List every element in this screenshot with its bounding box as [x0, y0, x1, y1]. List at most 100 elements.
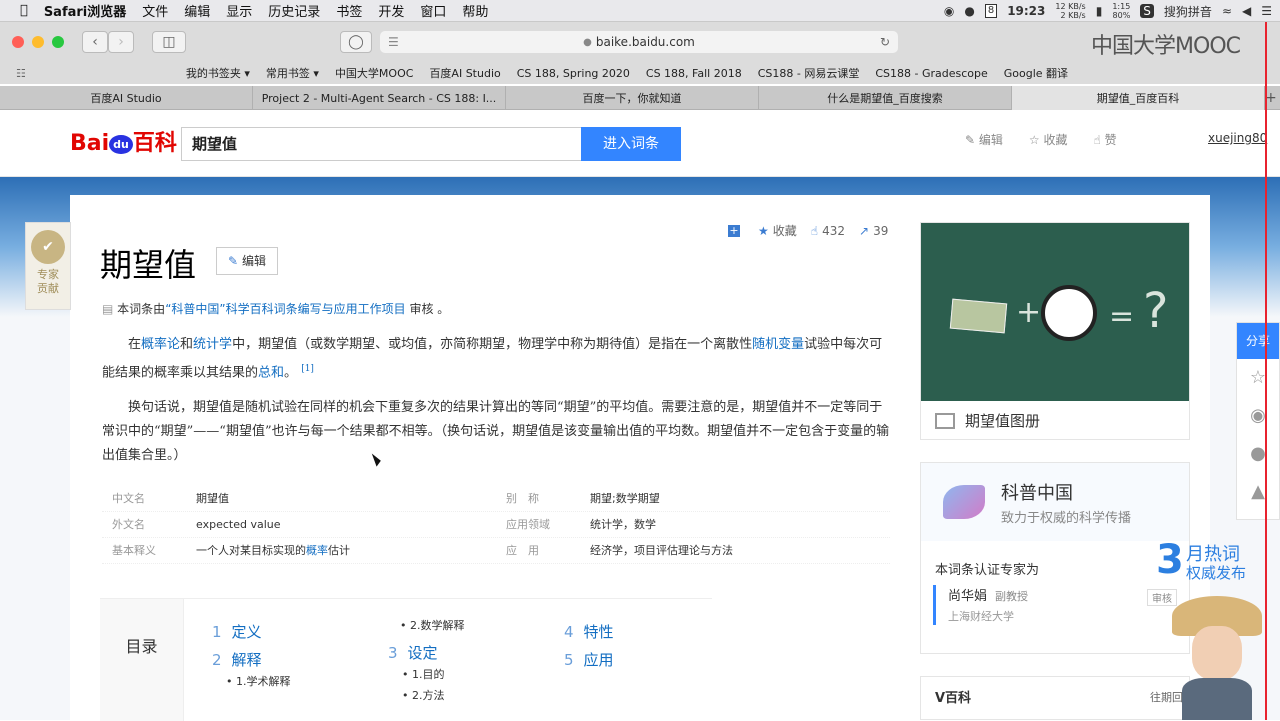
- tab-cs188-project2[interactable]: Project 2 - Multi-Agent Search - CS 188:…: [253, 86, 506, 110]
- expert-name[interactable]: 尚华娟: [948, 589, 987, 604]
- toc-num: 2: [212, 651, 222, 669]
- info-label: 应用领域: [506, 518, 550, 531]
- link-probability-theory[interactable]: 概率论: [141, 337, 180, 352]
- bookmark-mooc[interactable]: 中国大学MOOC: [335, 65, 414, 81]
- obs-icon[interactable]: ◉: [944, 4, 954, 18]
- toc-item-3[interactable]: 3 设定: [388, 642, 438, 663]
- ime-name[interactable]: 搜狗拼音: [1164, 3, 1212, 20]
- username-link[interactable]: xuejing80: [1208, 131, 1267, 145]
- header-like-button[interactable]: ☝ 赞: [1094, 131, 1117, 148]
- menu-help[interactable]: 帮助: [462, 1, 488, 20]
- enter-entry-button[interactable]: 进入词条: [581, 127, 681, 161]
- expert-contribution-badge[interactable]: ✔ 专家贡献: [25, 222, 71, 310]
- new-tab-button[interactable]: +: [1265, 86, 1279, 109]
- weibo-icon[interactable]: ◉: [1237, 397, 1279, 435]
- menu-window[interactable]: 窗口: [420, 1, 446, 20]
- like-button[interactable]: ☝ 432: [811, 224, 845, 238]
- wechat-icon[interactable]: ●: [1237, 435, 1279, 473]
- reference-1[interactable]: [1]: [301, 364, 314, 374]
- question-symbol: ?: [1143, 283, 1169, 339]
- address-bar[interactable]: ☰ ● baike.baidu.com ↻: [380, 31, 898, 53]
- collect-button[interactable]: ★ 收藏: [758, 222, 797, 239]
- expert-profile[interactable]: 尚华娟 副教授 上海财经大学 审核: [933, 585, 1177, 625]
- toc-sub-item[interactable]: • 2.方法: [402, 687, 445, 703]
- march-hot-words-banner[interactable]: 3 月热词 权威发布: [1156, 536, 1256, 588]
- bookmark-ai-studio[interactable]: 百度AI Studio: [429, 65, 500, 81]
- calendar-icon[interactable]: 8: [984, 4, 998, 18]
- tab-baidu-home[interactable]: 百度一下，你就知道: [506, 86, 759, 110]
- link-statistics[interactable]: 统计学: [193, 337, 232, 352]
- album-image[interactable]: + = ?: [921, 223, 1189, 401]
- review-link[interactable]: “科普中国”科学百科词条编写与应用工作项目: [165, 302, 405, 316]
- toc-item-4[interactable]: 4 特性: [564, 621, 614, 642]
- info-value: 一个人对某目标实现的概率估计: [196, 538, 496, 563]
- edit-entry-button[interactable]: ✎ 编辑: [216, 247, 278, 275]
- volume-icon[interactable]: ◀: [1242, 4, 1251, 18]
- battery-icon[interactable]: ▮: [1096, 4, 1103, 18]
- bookmark-folder-mine[interactable]: 我的书签夹 ▾: [186, 65, 250, 81]
- menu-history[interactable]: 历史记录: [268, 1, 320, 20]
- menu-extras-icon[interactable]: ☰: [1261, 4, 1272, 18]
- bookmark-cs188-fall2018[interactable]: CS 188, Fall 2018: [646, 67, 742, 80]
- menu-file[interactable]: 文件: [142, 1, 168, 20]
- kepu-banner[interactable]: 科普中国 致力于权威的科学传播: [921, 463, 1189, 541]
- password-icon[interactable]: ◯: [340, 31, 372, 53]
- bookmark-folder-common[interactable]: 常用书签 ▾: [266, 65, 319, 81]
- bookmark-cs188-netease[interactable]: CS188 - 网易云课堂: [758, 65, 860, 81]
- info-label: 中文名: [112, 492, 145, 505]
- album-label[interactable]: 期望值图册: [921, 401, 1189, 441]
- menu-bookmarks[interactable]: 书签: [336, 1, 362, 20]
- header-collect-button[interactable]: ☆ 收藏: [1029, 131, 1068, 148]
- share-button[interactable]: ↗ 39: [859, 224, 888, 238]
- record-icon[interactable]: ●: [964, 4, 974, 18]
- minimize-window-button[interactable]: [32, 36, 44, 48]
- header-edit-button[interactable]: ✎ 编辑: [965, 131, 1003, 148]
- menu-develop[interactable]: 开发: [378, 1, 404, 20]
- wifi-icon[interactable]: ≈: [1222, 4, 1232, 18]
- back-button[interactable]: ‹: [82, 31, 108, 53]
- zoom-window-button[interactable]: [52, 36, 64, 48]
- tab-baidu-search[interactable]: 什么是期望值_百度搜索: [759, 86, 1012, 110]
- bookmark-cs188-gradescope[interactable]: CS188 - Gradescope: [875, 67, 987, 80]
- baike-header: Bai du 百科 期望值 进入词条 ✎ 编辑 ☆ 收藏 ☝ 赞 xuejing80: [0, 111, 1280, 177]
- tab-ai-studio[interactable]: 百度AI Studio: [0, 86, 253, 110]
- reader-icon[interactable]: ☰: [388, 35, 399, 49]
- close-window-button[interactable]: [12, 36, 24, 48]
- menu-view[interactable]: 显示: [226, 1, 252, 20]
- reload-icon[interactable]: ↻: [880, 35, 890, 49]
- link-probability[interactable]: 概率: [306, 544, 328, 557]
- toc-sub-item[interactable]: • 1.学术解释: [226, 673, 291, 689]
- info-value: 期望值: [196, 492, 229, 505]
- album-card[interactable]: + = ? 期望值图册: [920, 222, 1190, 440]
- link-random-variable[interactable]: 随机变量: [752, 337, 804, 352]
- link-sum[interactable]: 总和: [258, 365, 284, 380]
- toc-item-5[interactable]: 5 应用: [564, 649, 614, 670]
- toc-sub-item[interactable]: • 1.目的: [402, 666, 445, 682]
- bookmark-cs188-spring2020[interactable]: CS 188, Spring 2020: [517, 67, 630, 80]
- bookmark-google-translate[interactable]: Google 翻译: [1004, 65, 1068, 81]
- vbaike-title: V百科: [935, 691, 972, 706]
- apps-grid-icon[interactable]: ☷: [16, 67, 26, 80]
- toc-item-1[interactable]: 1 定义: [212, 621, 262, 642]
- toc-item-2[interactable]: 2 解释: [212, 649, 262, 670]
- qzone-star-icon[interactable]: ☆: [1237, 359, 1279, 397]
- qq-icon[interactable]: ▲: [1237, 473, 1279, 511]
- ime-icon[interactable]: S: [1140, 4, 1154, 18]
- table-of-contents: 目录 1 定义 2 解释 • 1.学术解释 • 2.数学解释 3 设定 • 1.目的 …: [100, 598, 712, 721]
- thumb-up-icon: ☝: [810, 223, 819, 238]
- share-label[interactable]: 分享: [1237, 323, 1279, 359]
- expert-title: 副教授: [995, 590, 1029, 603]
- search-input[interactable]: 期望值: [181, 127, 581, 161]
- forward-button[interactable]: ›: [108, 31, 134, 53]
- toc-sub-item[interactable]: • 2.数学解释: [400, 617, 465, 633]
- clock[interactable]: 19:23: [1007, 4, 1045, 18]
- menu-app-name[interactable]: Safari浏览器: [44, 1, 126, 20]
- menu-edit[interactable]: 编辑: [184, 1, 210, 20]
- baidu-baike-logo[interactable]: Bai du 百科: [70, 125, 177, 157]
- tab-baike-active[interactable]: 期望值_百度百科: [1012, 86, 1265, 110]
- apple-icon[interactable]: : [20, 3, 28, 18]
- mascot-avatar[interactable]: [1172, 596, 1262, 720]
- kepu-logo-icon: [943, 485, 985, 519]
- add-icon[interactable]: +: [728, 224, 740, 237]
- sidebar-toggle-button[interactable]: ◫: [152, 31, 186, 53]
